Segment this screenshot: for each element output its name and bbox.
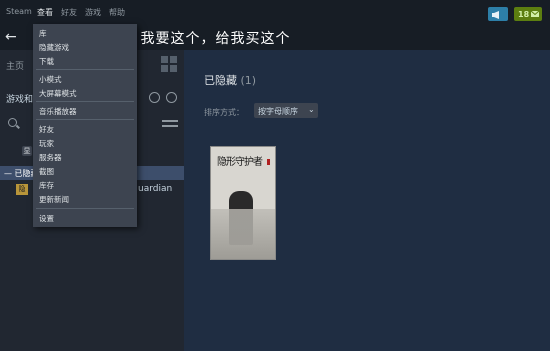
menu-item-downloads[interactable]: 下载 (39, 56, 54, 67)
sort-select[interactable]: 按字母顺序 ⌄ (254, 103, 318, 118)
menu-steam[interactable]: Steam (6, 7, 32, 16)
cover-fog (211, 209, 275, 259)
menu-item-news[interactable]: 更新新闻 (39, 194, 69, 205)
menu-item-servers[interactable]: 服务器 (39, 152, 62, 163)
menu-item-inventory[interactable]: 库存 (39, 180, 54, 191)
menu-item-players[interactable]: 玩家 (39, 138, 54, 149)
menu-separator (36, 69, 134, 70)
envelope-icon (530, 10, 540, 17)
clock-icon[interactable] (149, 92, 160, 103)
cover-title: 隐形守护者 (217, 157, 263, 168)
grid-view-icon[interactable] (161, 56, 179, 74)
games-label[interactable]: 游戏和 (6, 92, 33, 105)
menu-item-hidden-games[interactable]: 隐藏游戏 (39, 42, 69, 53)
menu-view[interactable]: 查看 (37, 7, 53, 18)
megaphone-icon (492, 11, 499, 19)
menu-separator (36, 119, 134, 120)
menu-item-screenshots[interactable]: 截图 (39, 166, 54, 177)
home-tab[interactable]: 主页 (6, 59, 24, 72)
sort-label: 排序方式： (204, 108, 244, 117)
sort-value: 按字母顺序 (258, 107, 298, 116)
menubar: Steam 查看 好友 游戏 帮助 18 (0, 0, 550, 26)
menu-separator (36, 208, 134, 209)
menu-games[interactable]: 游戏 (85, 7, 101, 18)
library-main: 已隐藏 (1) 排序方式： 按字母顺序 ⌄ 隐形守护者 (184, 50, 550, 351)
search-icon[interactable] (8, 118, 17, 127)
game-icon: 隐 (16, 184, 28, 195)
menu-item-music-player[interactable]: 音乐播放器 (39, 106, 77, 117)
nav-title: 区 我要这个，给我买这个 (120, 31, 291, 47)
menu-item-library[interactable]: 库 (39, 28, 47, 39)
menu-help[interactable]: 帮助 (109, 7, 125, 18)
menu-item-big-picture[interactable]: 大屏幕模式 (39, 88, 77, 99)
section-count: (1) (240, 74, 257, 87)
show-badge[interactable]: 显 (22, 146, 32, 156)
section-title-text: 已隐藏 (204, 74, 237, 87)
section-title: 已隐藏 (1) (204, 72, 256, 88)
game-name: uardian (138, 184, 173, 194)
menu-separator (36, 101, 134, 102)
back-arrow-icon[interactable]: ← (5, 29, 17, 45)
chevron-down-icon: ⌄ (308, 105, 315, 114)
cover-seal (267, 159, 270, 165)
menu-item-small-mode[interactable]: 小模式 (39, 74, 62, 85)
view-menu-dropdown: 库 隐藏游戏 下载 小模式 大屏幕模式 音乐播放器 好友 玩家 服务器 截图 库… (33, 24, 137, 227)
menu-friends[interactable]: 好友 (61, 7, 77, 18)
menu-item-friends[interactable]: 好友 (39, 124, 54, 135)
menu-item-settings[interactable]: 设置 (39, 213, 54, 224)
filter-icon[interactable] (162, 120, 178, 128)
game-cover[interactable]: 隐形守护者 (210, 146, 276, 260)
notifications-button[interactable]: 18 (514, 7, 542, 21)
broadcast-button[interactable] (488, 7, 508, 21)
play-icon[interactable] (166, 92, 177, 103)
